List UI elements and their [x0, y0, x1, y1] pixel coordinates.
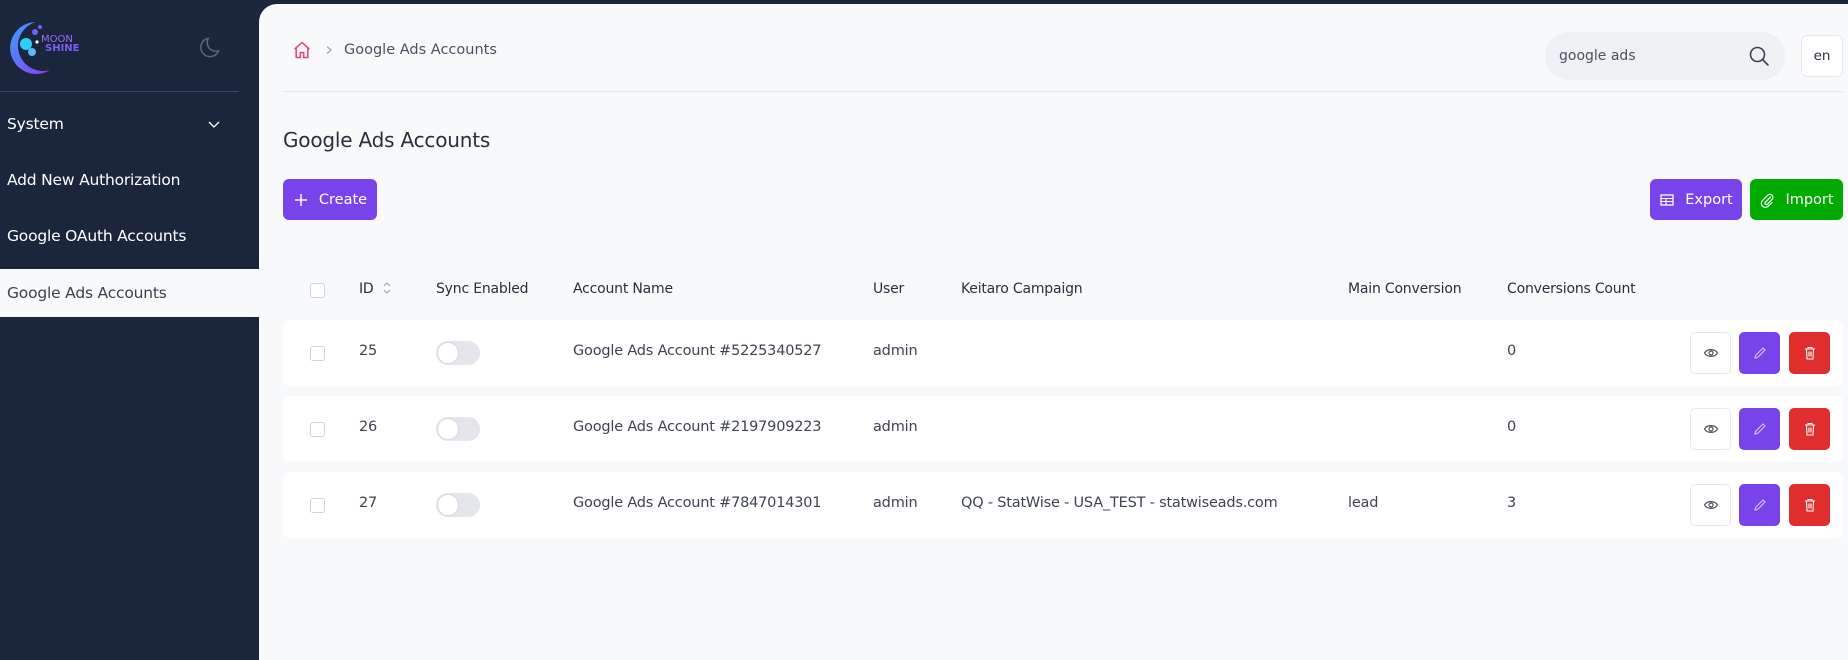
cell-account-name: Google Ads Account #2197909223 — [573, 419, 822, 435]
column-header-account-name: Account Name — [573, 281, 673, 297]
table-icon — [1660, 193, 1674, 206]
column-header-keitaro-campaign: Keitaro Campaign — [961, 281, 1083, 297]
row-checkbox[interactable] — [310, 422, 325, 437]
cell-conversions-count: 0 — [1507, 343, 1517, 359]
search-box — [1545, 32, 1785, 80]
row-checkbox[interactable] — [310, 346, 325, 361]
create-button[interactable]: Create — [283, 179, 377, 220]
cell-id: 25 — [359, 343, 378, 359]
export-button[interactable]: Export — [1650, 179, 1742, 220]
cell-conversions-count: 0 — [1507, 419, 1517, 435]
header-divider — [283, 91, 1843, 92]
sync-enabled-toggle[interactable] — [436, 493, 480, 517]
eye-icon — [1703, 501, 1718, 509]
table-header: ID Sync Enabled Account Name User Keitar… — [283, 264, 1843, 316]
sidebar-item-label: System — [7, 115, 64, 133]
cell-account-name: Google Ads Account #5225340527 — [573, 343, 822, 359]
create-button-label: Create — [318, 191, 368, 208]
view-button[interactable] — [1690, 484, 1731, 526]
page-title: Google Ads Accounts — [283, 128, 491, 152]
sidebar-item-add-new-authorization[interactable]: Add New Authorization — [0, 158, 259, 202]
search-icon[interactable] — [1747, 44, 1771, 68]
topbar: Google Ads Accounts en — [283, 4, 1843, 92]
cell-id: 26 — [359, 419, 378, 435]
pencil-icon — [1753, 423, 1766, 435]
column-header-sync-enabled: Sync Enabled — [436, 281, 529, 297]
logo-icon: MOON SHINE — [10, 22, 80, 74]
edit-button[interactable] — [1739, 484, 1780, 526]
pencil-icon — [1753, 347, 1766, 359]
sidebar-item-label: Add New Authorization — [7, 171, 181, 189]
export-button-label: Export — [1685, 191, 1733, 208]
home-icon[interactable] — [292, 40, 312, 60]
select-all-checkbox[interactable] — [310, 283, 325, 298]
sync-enabled-toggle[interactable] — [436, 417, 480, 441]
sidebar-item-system[interactable]: System — [0, 102, 259, 146]
cell-user: admin — [873, 495, 918, 511]
import-button[interactable]: Import — [1750, 179, 1843, 220]
edit-button[interactable] — [1739, 332, 1780, 374]
sidebar-item-google-ads-accounts[interactable]: Google Ads Accounts — [0, 271, 259, 315]
theme-toggle-button[interactable] — [198, 34, 224, 60]
moonshine-logo[interactable]: MOON SHINE — [6, 18, 102, 78]
sort-icon[interactable] — [382, 281, 392, 295]
trash-icon — [1804, 498, 1815, 512]
import-button-label: Import — [1785, 191, 1834, 208]
cell-user: admin — [873, 419, 918, 435]
row-checkbox[interactable] — [310, 498, 325, 513]
trash-icon — [1804, 422, 1815, 436]
column-header-conversions-count: Conversions Count — [1507, 281, 1636, 297]
cell-main-conversion: lead — [1348, 495, 1379, 511]
breadcrumb-current: Google Ads Accounts — [344, 42, 497, 58]
breadcrumb: Google Ads Accounts — [292, 40, 497, 60]
main-content: Google Ads Accounts en Google Ads Accoun… — [259, 4, 1848, 660]
delete-button[interactable] — [1789, 332, 1830, 374]
trash-icon — [1804, 346, 1815, 360]
table-row: 25 Google Ads Account #5225340527 admin … — [283, 320, 1843, 386]
view-button[interactable] — [1690, 332, 1731, 374]
sidebar: MOON SHINE System Add New Authorization … — [0, 0, 259, 660]
column-header-main-conversion: Main Conversion — [1348, 281, 1462, 297]
edit-button[interactable] — [1739, 408, 1780, 450]
plus-icon — [294, 193, 307, 206]
cell-keitaro-campaign: QQ - StatWise - USA_TEST - statwiseads.c… — [961, 495, 1278, 511]
language-selector[interactable]: en — [1801, 35, 1843, 77]
search-input[interactable] — [1559, 48, 1747, 64]
cell-conversions-count: 3 — [1507, 495, 1517, 511]
view-button[interactable] — [1690, 408, 1731, 450]
delete-button[interactable] — [1789, 484, 1830, 526]
sidebar-divider — [0, 91, 239, 92]
chevron-right-icon — [326, 46, 332, 54]
sync-enabled-toggle[interactable] — [436, 341, 480, 365]
chevron-down-icon — [208, 121, 220, 128]
pencil-icon — [1753, 499, 1766, 511]
table-row: 27 Google Ads Account #7847014301 admin … — [283, 472, 1843, 538]
svg-text:SHINE: SHINE — [45, 43, 80, 54]
delete-button[interactable] — [1789, 408, 1830, 450]
sidebar-item-google-oauth-accounts[interactable]: Google OAuth Accounts — [0, 214, 259, 258]
moon-icon — [200, 37, 220, 58]
table-row: 26 Google Ads Account #2197909223 admin … — [283, 396, 1843, 462]
cell-account-name: Google Ads Account #7847014301 — [573, 495, 822, 511]
column-header-user: User — [873, 281, 905, 297]
paperclip-icon — [1761, 193, 1774, 208]
cell-id: 27 — [359, 495, 378, 511]
column-header-id[interactable]: ID — [359, 281, 374, 297]
sidebar-item-label: Google Ads Accounts — [7, 284, 167, 302]
sidebar-item-label: Google OAuth Accounts — [7, 227, 187, 245]
eye-icon — [1703, 425, 1718, 433]
eye-icon — [1703, 349, 1718, 357]
cell-user: admin — [873, 343, 918, 359]
